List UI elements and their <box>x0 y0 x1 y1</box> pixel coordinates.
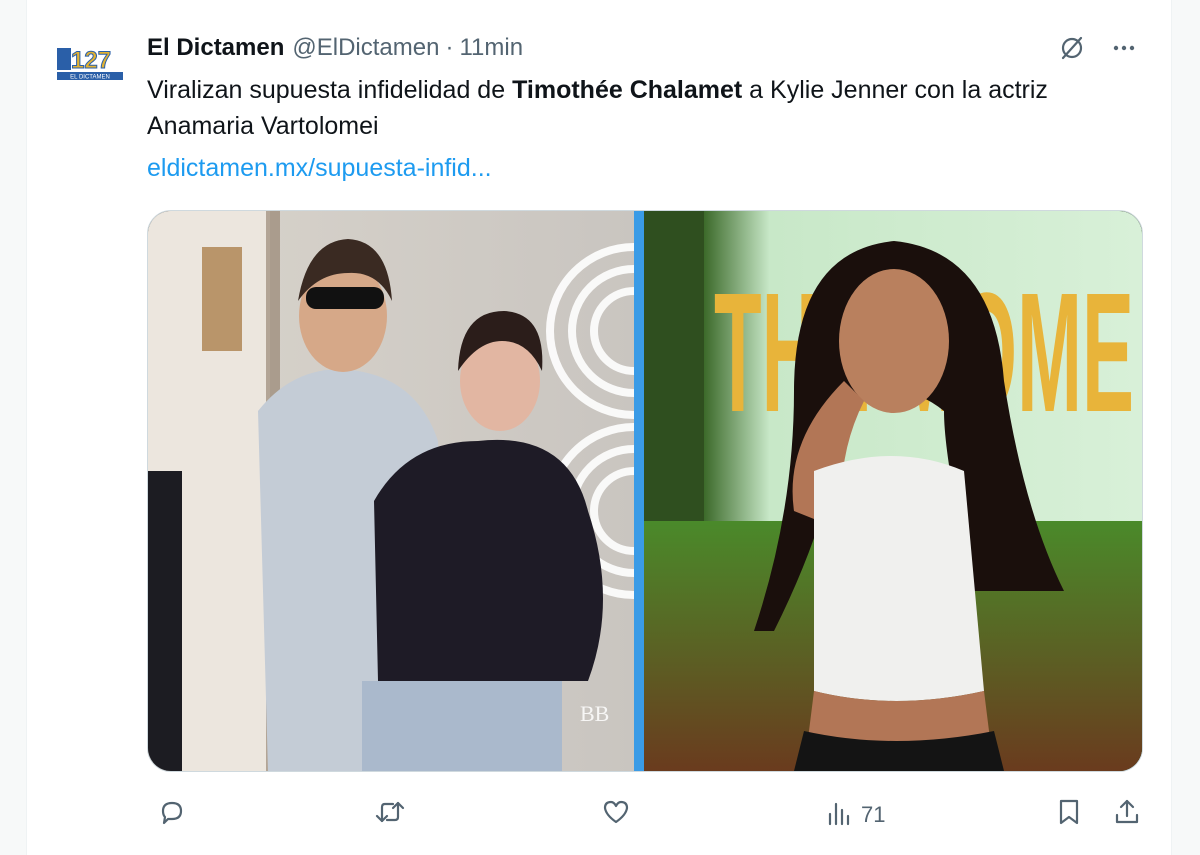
retweet-button[interactable] <box>373 790 407 840</box>
tweet-text-before: Viralizan supuesta infidelidad de <box>147 76 513 104</box>
slashed-circle-icon[interactable] <box>1057 33 1087 63</box>
retweet-icon <box>373 797 407 833</box>
avatar-caption: EL DICTAMEN <box>70 75 110 81</box>
media-overlay-text: BB <box>580 701 609 726</box>
tweet-timestamp[interactable]: 11min <box>459 34 523 62</box>
header-separator: · <box>445 34 454 61</box>
share-icon <box>1113 797 1141 833</box>
bookmark-icon <box>1055 797 1083 833</box>
reply-button[interactable] <box>157 790 187 840</box>
tweet-text-bold: Timothée Chalamet <box>512 76 743 104</box>
views-icon <box>827 798 851 832</box>
like-button[interactable] <box>601 790 631 840</box>
author-name[interactable]: El Dictamen <box>147 34 284 62</box>
media-divider <box>634 211 644 771</box>
share-button[interactable] <box>1113 790 1141 840</box>
tweet-text: Viralizan supuesta infidelidad de Timoth… <box>147 72 1147 144</box>
tweet-action-bar: 71 <box>147 790 1141 840</box>
page-background: 127 EL DICTAMEN El Dictamen @ElDictamen … <box>0 0 1200 855</box>
more-icon[interactable] <box>1109 33 1139 63</box>
tweet-top-actions <box>1057 30 1139 66</box>
views-count: 71 <box>861 802 886 827</box>
reply-icon <box>157 797 187 833</box>
media-photo-left[interactable]: BB <box>148 211 722 771</box>
media-photo-right[interactable]: THE MOME <box>644 211 1142 771</box>
avatar-number: 127 <box>71 47 111 74</box>
views-button[interactable]: 71 <box>827 790 885 840</box>
author-handle[interactable]: @ElDictamen <box>292 34 439 62</box>
tweet-card[interactable]: 127 EL DICTAMEN El Dictamen @ElDictamen … <box>26 0 1172 855</box>
like-icon <box>601 797 631 833</box>
bookmark-button[interactable] <box>1055 790 1083 840</box>
avatar[interactable]: 127 EL DICTAMEN <box>55 42 125 86</box>
tweet-header: El Dictamen @ElDictamen · 11min <box>147 30 523 66</box>
tweet-media[interactable]: BB THE MOME <box>147 210 1143 772</box>
tweet-link[interactable]: eldictamen.mx/supuesta-infid... <box>147 150 492 186</box>
